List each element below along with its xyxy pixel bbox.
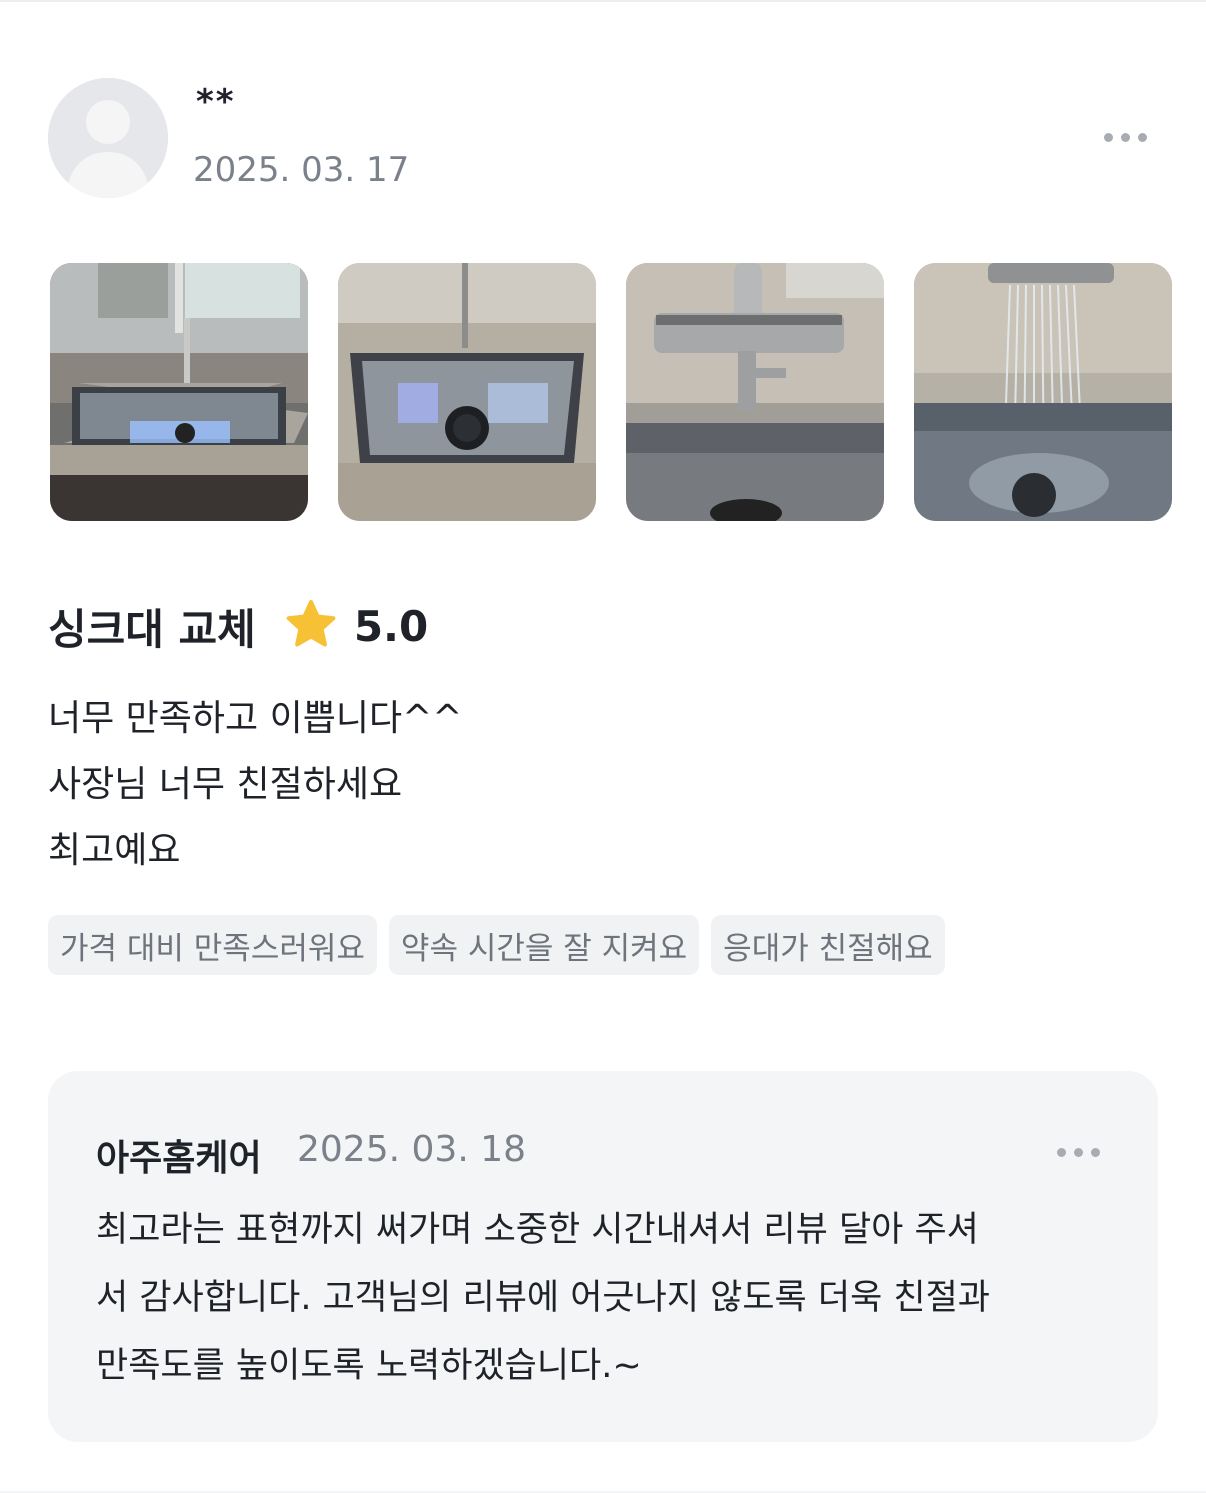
reply-body-line: 만족도를 높이도록 노력하겠습니다.~ [96,1346,642,1386]
review-more-options-button[interactable] [1104,133,1147,142]
reply-body-line: 서 감사합니다. 고객님의 리뷰에 어긋나지 않도록 더욱 친절과 [96,1278,991,1318]
more-horizontal-icon [1104,133,1113,142]
owner-reply: 아주홈케어 2025. 03. 18 최고라는 표현까지 써가며 소중한 시간내… [48,1071,1158,1442]
service-rating-row: 싱크대 교체 5.0 [48,596,428,656]
reply-date: 2025. 03. 18 [297,1129,527,1170]
keyword-tags: 가격 대비 만족스러워요 약속 시간을 잘 지켜요 응대가 친절해요 [48,915,945,975]
review-body: 너무 만족하고 이쁩니다^^ 사장님 너무 친절하세요 최고예요 [48,686,462,884]
star-icon [286,600,336,647]
keyword-tag: 가격 대비 만족스러워요 [48,915,377,975]
service-name: 싱크대 교체 [48,604,256,654]
reply-more-options-button[interactable] [1057,1148,1100,1157]
more-horizontal-icon [1057,1148,1066,1157]
reply-body: 최고라는 표현까지 써가며 소중한 시간내셔서 리뷰 달아 주셔 서 감사합니다… [96,1196,1116,1400]
author-name: ** [196,82,236,122]
avatar[interactable] [48,78,168,198]
keyword-tag: 응대가 친절해요 [711,915,945,975]
review-body-line: 너무 만족하고 이쁩니다^^ [48,698,463,739]
review-date: 2025. 03. 17 [193,150,410,190]
reply-body-line: 최고라는 표현까지 써가며 소중한 시간내셔서 리뷰 달아 주셔 [96,1210,979,1250]
review-photo-2[interactable] [338,263,596,521]
review-photo-1[interactable] [50,263,308,521]
keyword-tag: 약속 시간을 잘 지켜요 [388,915,700,975]
reply-owner-name: 아주홈케어 [96,1138,262,1179]
user-silhouette-icon [48,78,168,198]
review-photo-4[interactable] [914,263,1172,521]
top-divider [0,0,1206,2]
review-photo-3[interactable] [626,263,884,521]
rating-value: 5.0 [353,601,429,651]
review-body-line: 최고예요 [48,830,181,871]
review-photo-gallery [50,263,1172,521]
review-body-line: 사장님 너무 친절하세요 [48,764,403,805]
